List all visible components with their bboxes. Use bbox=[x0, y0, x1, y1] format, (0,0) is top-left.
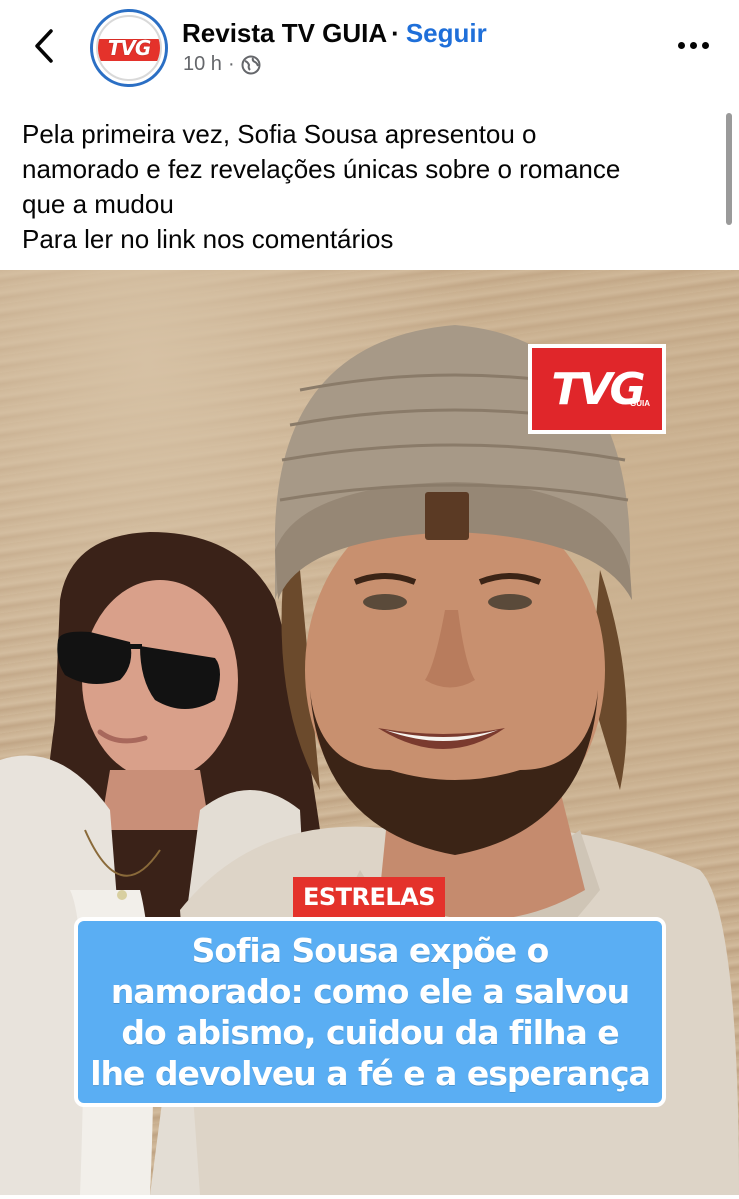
more-dot bbox=[677, 41, 685, 49]
caption-line: Pela primeira vez, Sofia Sousa apresento… bbox=[22, 119, 537, 149]
more-dot bbox=[701, 41, 709, 49]
tvg-logo-red-box: TVG GUIA bbox=[532, 348, 662, 430]
meta-separator: · bbox=[227, 53, 235, 75]
post-caption: Pela primeira vez, Sofia Sousa apresento… bbox=[22, 117, 712, 257]
post-meta: 10 h · bbox=[183, 53, 261, 76]
headline-line: namorado: como ele a salvou bbox=[110, 972, 630, 1011]
post-time[interactable]: 10 h bbox=[183, 53, 222, 76]
headline-text: Sofia Sousa expõe o namorado: como ele a… bbox=[90, 930, 651, 1094]
post-header: TVG Revista TV GUIA · Seguir 10 h · bbox=[0, 0, 739, 104]
chevron-left-icon bbox=[35, 29, 53, 63]
tvg-logo-text: TVG bbox=[551, 363, 645, 415]
caption-line: Para ler no link nos comentários bbox=[22, 224, 394, 254]
page-name-row: Revista TV GUIA · Seguir bbox=[182, 18, 487, 49]
tvg-watermark-logo: TVG GUIA bbox=[528, 344, 666, 434]
headline-line: Sofia Sousa expõe o bbox=[191, 931, 550, 970]
avatar-logo: TVG bbox=[96, 15, 162, 81]
post-image[interactable]: TVG GUIA ESTRELAS Sofia Sousa expõe o na… bbox=[0, 270, 739, 1195]
follow-button[interactable]: Seguir bbox=[406, 18, 487, 48]
back-button[interactable] bbox=[26, 26, 62, 66]
caption-scrollbar[interactable] bbox=[726, 113, 732, 225]
headline-box: Sofia Sousa expõe o namorado: como ele a… bbox=[74, 917, 666, 1107]
globe-icon bbox=[241, 55, 261, 74]
headline-line: lhe devolveu a fé e a esperança bbox=[90, 1054, 651, 1093]
name-separator: · bbox=[391, 18, 400, 48]
page-name[interactable]: Revista TV GUIA bbox=[182, 18, 387, 48]
tvg-logo-subtext: GUIA bbox=[630, 399, 650, 408]
caption-line: que a mudou bbox=[22, 189, 174, 219]
page-avatar[interactable]: TVG bbox=[90, 9, 168, 87]
caption-line: namorado e fez revelações únicas sobre o… bbox=[22, 154, 621, 184]
avatar-logo-text: TVG bbox=[107, 36, 152, 60]
category-tag: ESTRELAS bbox=[293, 877, 445, 917]
more-dot bbox=[689, 41, 697, 49]
headline-line: do abismo, cuidou da filha e bbox=[121, 1013, 619, 1052]
more-options-button[interactable] bbox=[672, 30, 714, 60]
